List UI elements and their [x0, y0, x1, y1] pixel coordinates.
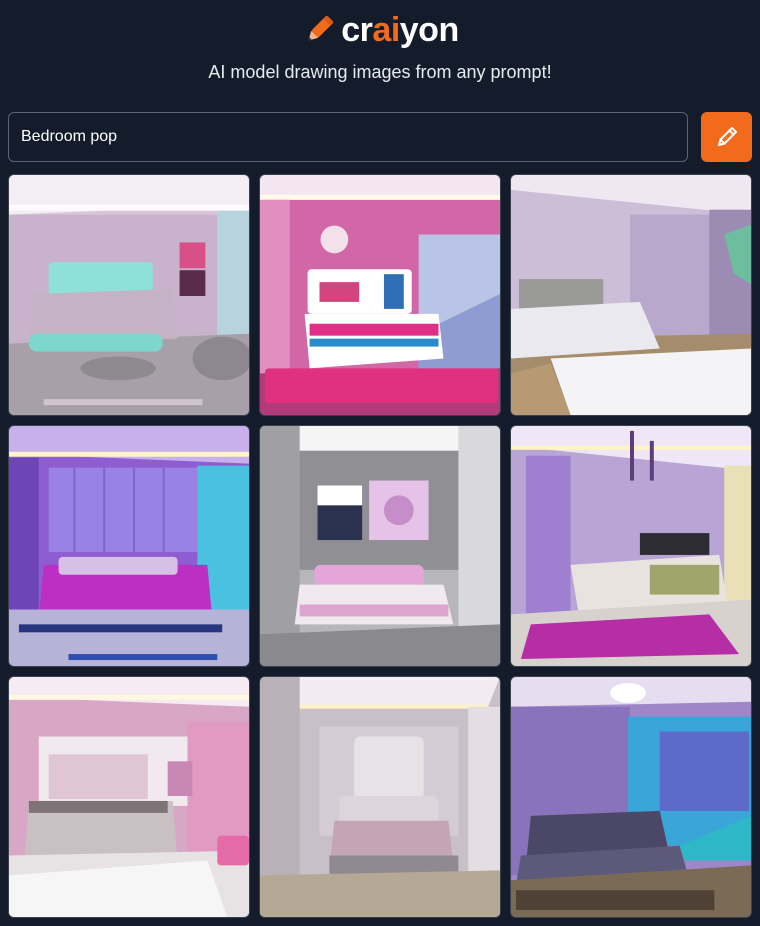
prompt-row: Bedroom pop: [8, 112, 752, 162]
craiyon-logo[interactable]: craiyon: [0, 8, 760, 52]
bedroom-image-7[interactable]: [8, 676, 250, 918]
prompt-input[interactable]: Bedroom pop: [8, 112, 688, 162]
bedroom-image-9[interactable]: [510, 676, 752, 918]
logo-wordmark: craiyon: [341, 10, 459, 49]
tagline: AI model drawing images from any prompt!: [208, 62, 552, 82]
bedroom-image-2[interactable]: [259, 174, 501, 416]
bedroom-image-3[interactable]: [510, 174, 752, 416]
craiyon-page: craiyon AI model drawing images from any…: [0, 0, 760, 926]
pencil-icon: [308, 15, 334, 41]
bedroom-image-4[interactable]: [8, 425, 250, 667]
bedroom-image-5[interactable]: [259, 425, 501, 667]
image-grid: [8, 174, 752, 918]
bedroom-image-8[interactable]: [259, 676, 501, 918]
bedroom-image-6[interactable]: [510, 425, 752, 667]
draw-button[interactable]: [701, 112, 752, 162]
bedroom-image-1[interactable]: [8, 174, 250, 416]
pencil-icon: [717, 127, 737, 146]
